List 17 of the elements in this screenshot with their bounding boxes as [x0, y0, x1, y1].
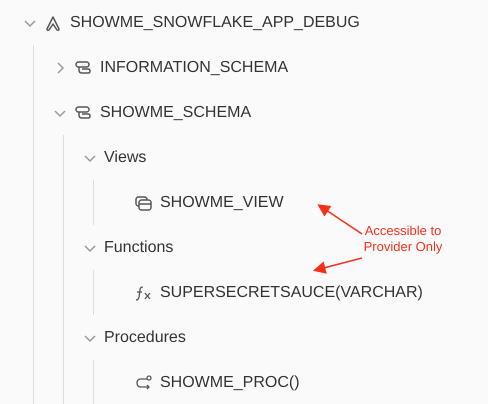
arrow	[312, 257, 362, 274]
category-label[interactable]: Procedures	[104, 328, 186, 348]
category-label[interactable]: Views	[104, 148, 146, 168]
tree-item[interactable]: INFORMATION_SCHEMA	[100, 58, 288, 78]
tree-item[interactable]: SHOWME_SNOWFLAKE_APP_DEBUG	[70, 12, 360, 32]
procedure-icon	[134, 374, 152, 392]
view-icon	[134, 194, 152, 212]
function-icon	[134, 284, 152, 302]
tree-item[interactable]: SHOWME_VIEW	[160, 192, 284, 212]
app-icon	[44, 14, 62, 32]
schema-icon	[74, 104, 92, 122]
tree-item[interactable]: SUPERSECRETSAUCE(VARCHAR)	[160, 282, 423, 302]
tree-item[interactable]: SHOWME_PROC()	[160, 372, 300, 392]
annotation-note: Accessible to Provider Only	[362, 223, 444, 255]
tree-item[interactable]: SHOWME_SCHEMA	[100, 102, 252, 122]
schema-icon	[74, 58, 92, 76]
category-label[interactable]: Functions	[104, 238, 174, 258]
